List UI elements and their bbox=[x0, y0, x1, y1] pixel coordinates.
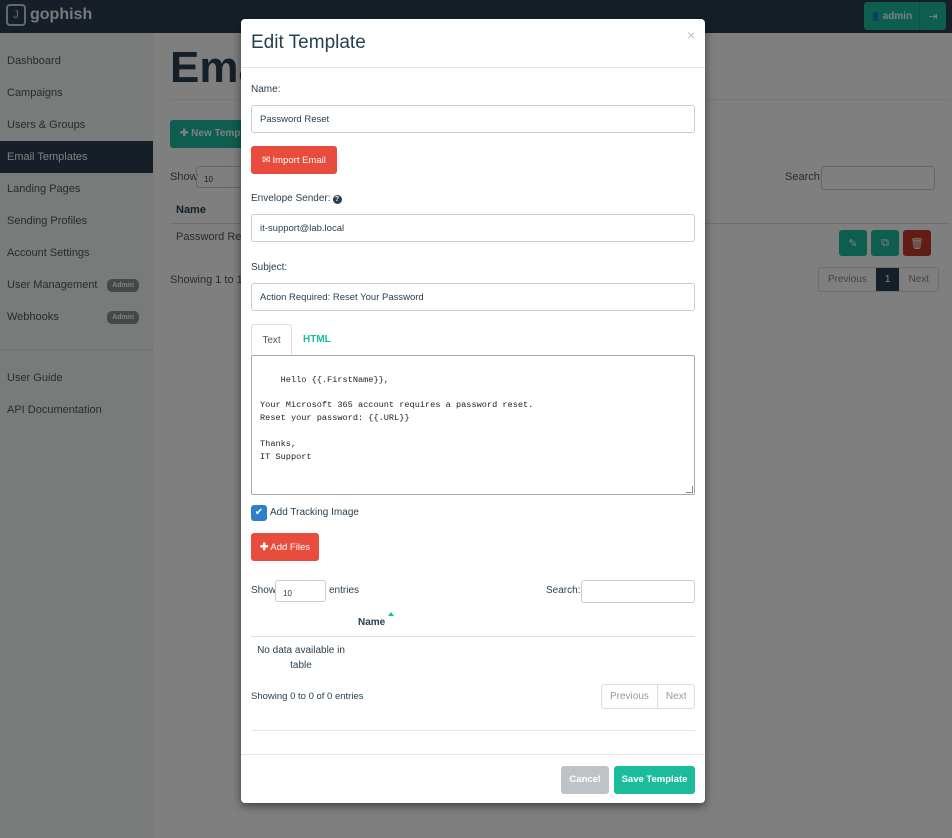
subject-label: Subject: bbox=[251, 262, 288, 273]
modal-title: Edit Template bbox=[251, 32, 366, 53]
close-icon[interactable]: × bbox=[687, 27, 695, 43]
modal-header: Edit Template × bbox=[241, 19, 705, 68]
resize-handle[interactable] bbox=[686, 486, 693, 493]
tracking-image-label[interactable]: Add Tracking Image bbox=[270, 507, 359, 518]
table-info: Showing 0 to 0 of 0 entries bbox=[251, 691, 364, 702]
email-body-textarea[interactable]: Hello {{.FirstName}}, Your Microsoft 365… bbox=[251, 355, 695, 495]
save-template-button[interactable]: Save Template bbox=[614, 766, 695, 794]
help-icon[interactable]: ? bbox=[332, 195, 342, 204]
template-name-input[interactable]: Password Reset bbox=[251, 105, 695, 133]
import-email-button[interactable]: ✉ Import Email bbox=[251, 146, 337, 174]
pagination: Previous Next bbox=[601, 684, 696, 709]
email-body-text: Hello {{.FirstName}}, Your Microsoft 365… bbox=[260, 374, 534, 462]
add-files-button[interactable]: ✚ Add Files bbox=[251, 533, 319, 561]
table-divider bbox=[251, 636, 695, 637]
envelope-sender-input[interactable]: it-support@lab.local bbox=[251, 214, 695, 242]
edit-template-modal: Edit Template × Name: Password Reset ✉ I… bbox=[241, 19, 705, 803]
tab-text[interactable]: Text bbox=[251, 324, 292, 355]
section-divider bbox=[251, 730, 695, 731]
tab-html[interactable]: HTML bbox=[303, 324, 331, 355]
tracking-image-checkbox[interactable]: ✔ bbox=[251, 505, 267, 521]
files-search-input[interactable] bbox=[581, 580, 695, 603]
subject-input[interactable]: Action Required: Reset Your Password bbox=[251, 283, 695, 311]
envelope-icon: ✉ bbox=[262, 154, 271, 166]
plus-icon: ✚ bbox=[260, 541, 269, 553]
envelope-sender-label: Envelope Sender:? bbox=[251, 193, 342, 204]
sort-ascending-icon bbox=[388, 612, 394, 616]
cancel-button[interactable]: Cancel bbox=[561, 766, 609, 794]
empty-table-message: No data available in table bbox=[257, 645, 345, 671]
name-label: Name: bbox=[251, 84, 281, 95]
next-page-button[interactable]: Next bbox=[656, 685, 695, 708]
search-label: Search: bbox=[546, 585, 581, 596]
show-label: Show bbox=[251, 585, 277, 596]
column-header-name[interactable]: Name bbox=[358, 617, 385, 628]
entries-label: entries bbox=[329, 585, 360, 596]
editor-tabs: Text HTML bbox=[251, 324, 695, 355]
entries-select[interactable]: 10 bbox=[275, 580, 326, 602]
previous-page-button[interactable]: Previous bbox=[602, 685, 657, 708]
modal-footer: Cancel Save Template bbox=[241, 754, 705, 803]
